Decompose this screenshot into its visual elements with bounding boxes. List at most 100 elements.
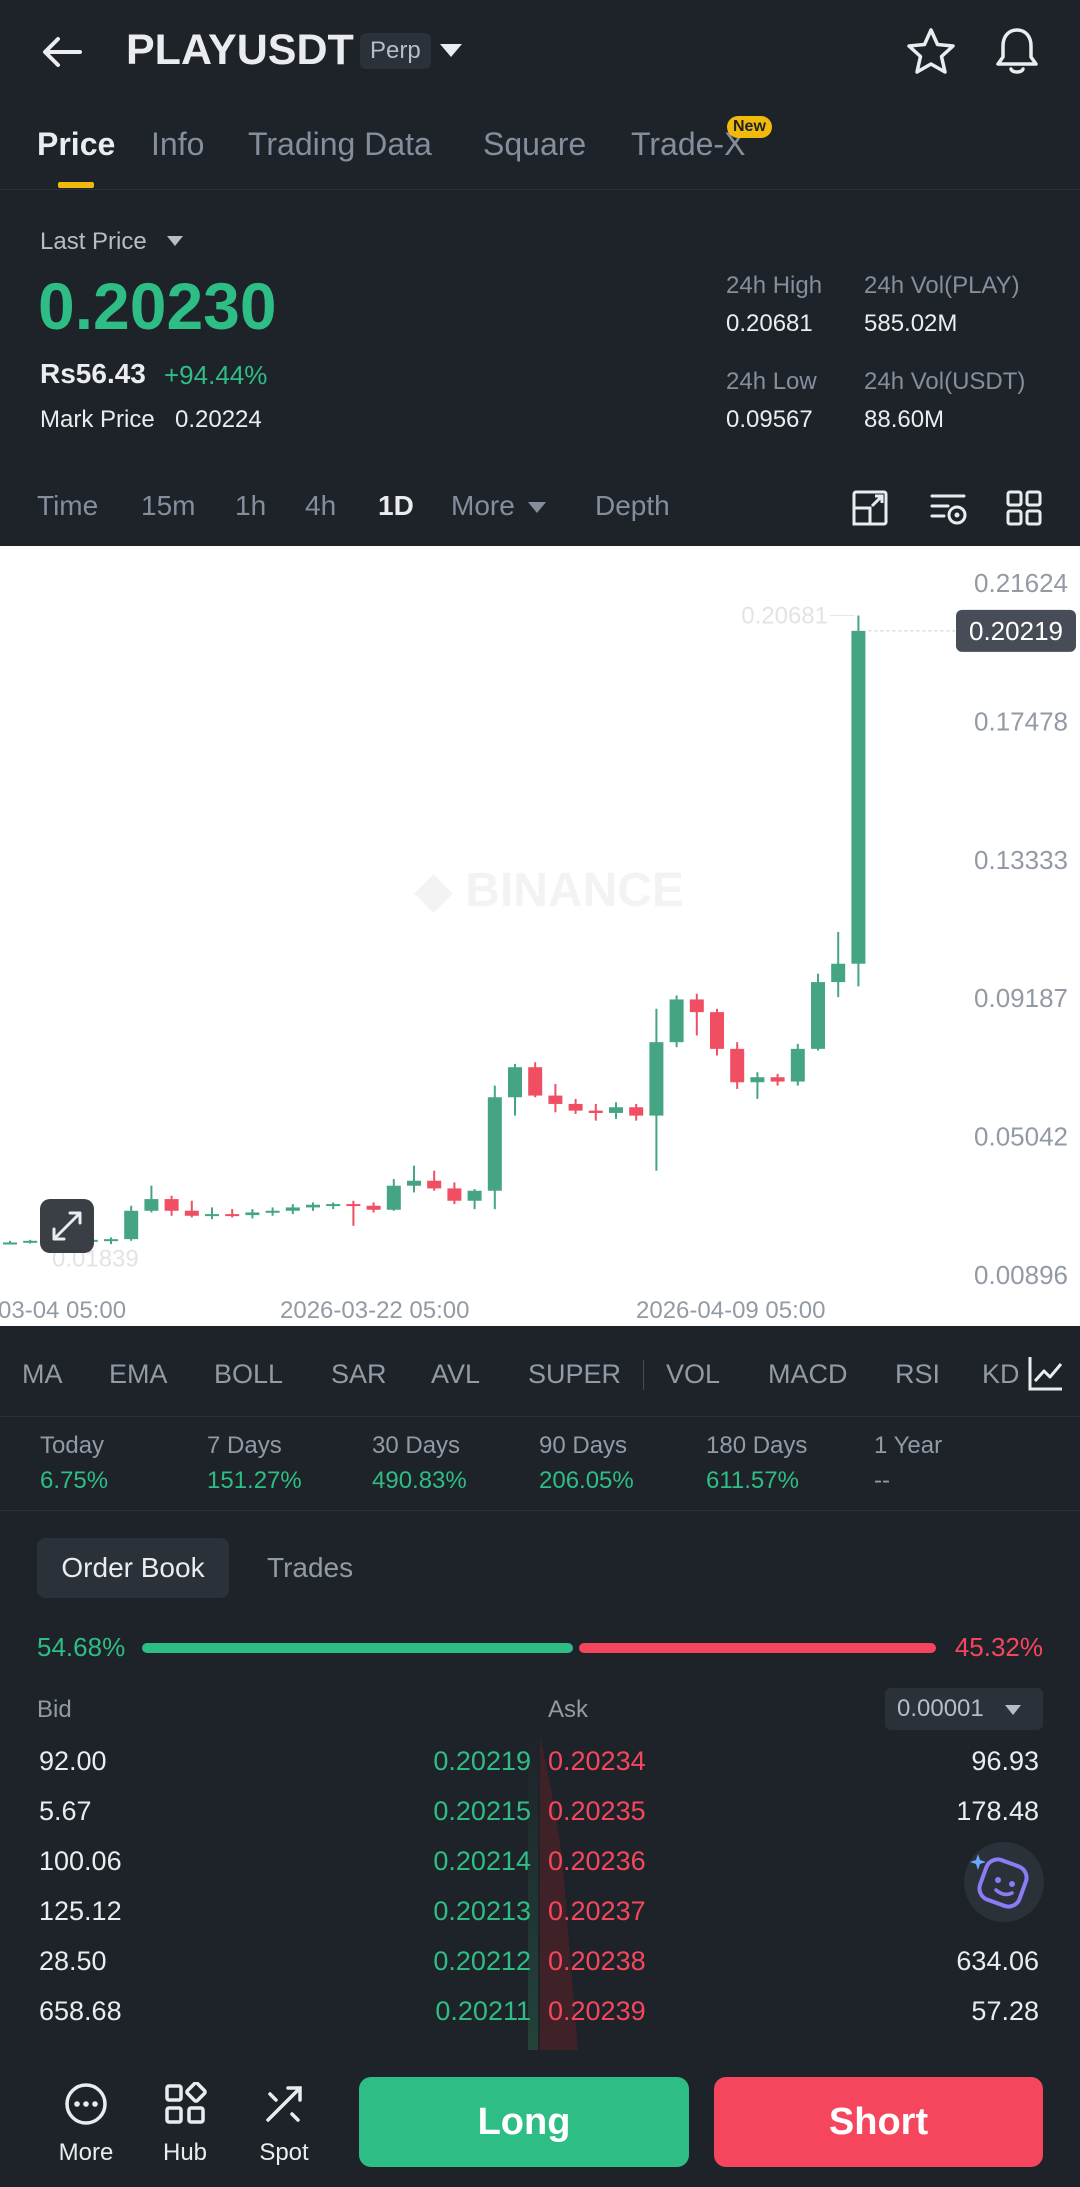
- indicator-settings-button[interactable]: [1018, 1345, 1080, 1405]
- indicator-super[interactable]: SUPER: [528, 1359, 621, 1390]
- back-arrow-icon[interactable]: [40, 30, 84, 74]
- perf-label-7d: 7 Days: [207, 1432, 282, 1459]
- nav-spot-label: Spot: [259, 2139, 309, 2166]
- indicator-avl[interactable]: AVL: [431, 1359, 480, 1390]
- caret-down-icon[interactable]: [167, 236, 183, 246]
- tf-depth[interactable]: Depth: [595, 490, 670, 522]
- tf-4h[interactable]: 4h: [305, 490, 336, 522]
- indicator-rsi[interactable]: RSI: [895, 1359, 940, 1390]
- ask-qty: 634.06: [956, 1946, 1039, 1976]
- tab-trading-data[interactable]: Trading Data: [248, 126, 432, 163]
- indicator-kd[interactable]: KD: [982, 1359, 1020, 1390]
- expand-chart-button[interactable]: [40, 1199, 94, 1253]
- ask-price: 0.20234: [548, 1746, 646, 1776]
- divider: [0, 1416, 1080, 1417]
- orderbook-row[interactable]: 658.68 0.20211 0.20239 57.28: [0, 1988, 1080, 2038]
- x-tick-label: 03-04 05:00: [0, 1297, 126, 1324]
- vol-usdt-value: 88.60M: [864, 406, 945, 433]
- ask-qty: 178.48: [956, 1796, 1039, 1826]
- indicator-ema[interactable]: EMA: [109, 1359, 168, 1390]
- bid-price: 0.20213: [433, 1896, 531, 1926]
- candle-body: [467, 1190, 482, 1201]
- candle-body: [508, 1067, 522, 1098]
- bell-icon[interactable]: [990, 24, 1044, 78]
- layout-grid-icon[interactable]: [1004, 488, 1044, 528]
- low-label: 24h Low: [726, 368, 817, 395]
- tf-more[interactable]: More: [451, 490, 515, 522]
- ai-assistant-icon[interactable]: [962, 1840, 1046, 1924]
- long-button[interactable]: Long: [359, 2077, 689, 2167]
- chart-settings-icon[interactable]: [928, 488, 968, 528]
- bid-price: 0.20219: [433, 1746, 531, 1776]
- main-tabs: Price Info Trading Data Square Trade-X: [0, 118, 1080, 190]
- bid-qty: 28.50: [39, 1946, 107, 1976]
- candle-body: [710, 1012, 724, 1049]
- nav-spot[interactable]: Spot: [244, 2082, 324, 2167]
- caret-down-icon[interactable]: [528, 502, 546, 513]
- chart-fullscreen-icon[interactable]: [850, 488, 890, 528]
- short-button[interactable]: Short: [714, 2077, 1043, 2167]
- candle-body: [609, 1107, 623, 1113]
- candle-body: [205, 1214, 219, 1217]
- bid-price: 0.20211: [435, 1996, 531, 2026]
- tf-time[interactable]: Time: [37, 490, 98, 522]
- bid-ratio-bar: [142, 1643, 574, 1653]
- bid-column-label: Bid: [37, 1696, 72, 1723]
- candle-body: [285, 1207, 300, 1211]
- tf-1d[interactable]: 1D: [378, 490, 414, 522]
- orderbook-row[interactable]: 100.06 0.20214 0.20236: [0, 1838, 1080, 1888]
- chevron-down-icon[interactable]: [440, 44, 462, 57]
- tab-square[interactable]: Square: [483, 126, 586, 163]
- candle-body: [811, 982, 825, 1049]
- ask-price: 0.20235: [548, 1796, 646, 1826]
- mark-price-label: Mark Price: [40, 406, 155, 433]
- candle-body: [588, 1110, 603, 1113]
- candle-body: [689, 999, 704, 1013]
- indicator-ma[interactable]: MA: [22, 1359, 63, 1390]
- star-icon[interactable]: [905, 26, 957, 78]
- bid-qty: 5.67: [39, 1796, 92, 1826]
- pair-title[interactable]: PLAYUSDT: [126, 26, 354, 75]
- nav-hub[interactable]: Hub: [145, 2081, 225, 2167]
- ask-ratio: 45.32%: [954, 1632, 1043, 1662]
- candle-body: [790, 1048, 805, 1082]
- indicator-boll[interactable]: BOLL: [214, 1359, 283, 1390]
- ask-qty: 96.93: [971, 1746, 1039, 1776]
- orderbook-row[interactable]: 92.00 0.20219 0.20234 96.93: [0, 1738, 1080, 1788]
- indicator-chart-icon: [1028, 1357, 1063, 1391]
- tab-order-book[interactable]: Order Book: [37, 1538, 229, 1598]
- tab-trades[interactable]: Trades: [267, 1552, 353, 1584]
- orderbook-row[interactable]: 5.67 0.20215 0.20235 178.48: [0, 1788, 1080, 1838]
- orderbook-row[interactable]: 28.50 0.20212 0.20238 634.06: [0, 1938, 1080, 1988]
- indicator-macd[interactable]: MACD: [768, 1359, 848, 1390]
- spot-arrows-icon: [266, 2086, 302, 2122]
- bid-qty: 658.68: [39, 1996, 122, 2026]
- candle-body: [144, 1199, 159, 1211]
- candle-body: [730, 1048, 745, 1083]
- ask-column-label: Ask: [548, 1696, 589, 1723]
- candle-body: [326, 1204, 341, 1207]
- perf-label-180d: 180 Days: [706, 1432, 808, 1459]
- indicator-sar[interactable]: SAR: [331, 1359, 387, 1390]
- nav-more[interactable]: More: [46, 2082, 126, 2167]
- tf-1h[interactable]: 1h: [235, 490, 266, 522]
- price-chart[interactable]: ◆ BINANCE 0.21624 0.17478 0.13333 0.09187 0.…: [0, 546, 1080, 1326]
- caret-down-icon[interactable]: [1005, 1705, 1021, 1715]
- bid-qty: 92.00: [39, 1746, 107, 1776]
- indicator-vol[interactable]: VOL: [666, 1359, 720, 1390]
- perf-value-180d: 611.57%: [706, 1467, 799, 1494]
- price-change: +94.44%: [164, 360, 268, 390]
- tab-info[interactable]: Info: [151, 126, 204, 163]
- ask-price: 0.20239: [548, 1996, 646, 2026]
- tf-15m[interactable]: 15m: [141, 490, 195, 522]
- orderbook-row[interactable]: 125.12 0.20213 0.20237: [0, 1888, 1080, 1938]
- ask-qty: 57.28: [971, 1996, 1039, 2026]
- vol-play-value: 585.02M: [864, 310, 958, 337]
- candle-body: [487, 1097, 502, 1191]
- candle-body: [629, 1107, 644, 1116]
- tab-price[interactable]: Price: [37, 126, 115, 163]
- perf-value-30d: 490.83%: [372, 1467, 467, 1494]
- perf-label-today: Today: [40, 1432, 105, 1459]
- perf-label-30d: 30 Days: [372, 1432, 461, 1459]
- last-price-selector[interactable]: Last Price: [40, 228, 147, 256]
